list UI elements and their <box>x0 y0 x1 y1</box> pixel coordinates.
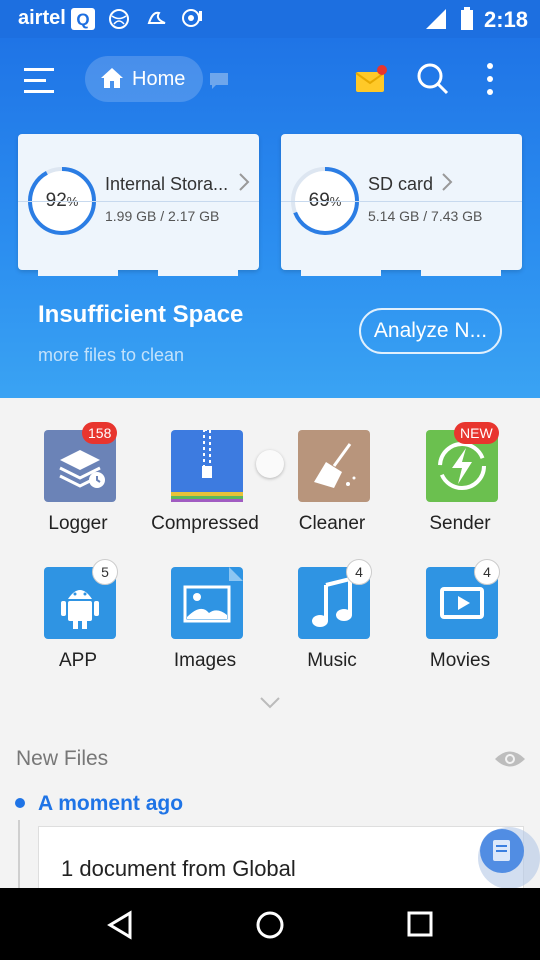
battery-icon <box>460 7 474 36</box>
new-file-card[interactable]: 1 document from Global <box>38 826 524 896</box>
count-badge: 4 <box>346 559 372 585</box>
q-app-icon: Q <box>70 7 96 36</box>
chevron-right-icon <box>441 172 453 197</box>
grid-item-label: Movies <box>429 650 491 671</box>
broom-icon <box>298 430 370 502</box>
grid-item-label: Sender <box>429 513 491 534</box>
recents-button[interactable] <box>407 911 433 942</box>
chevron-right-icon <box>238 172 250 197</box>
search-icon <box>417 63 449 95</box>
grid-item-label: Images <box>173 650 237 671</box>
grid-item-label: Compressed <box>151 513 259 534</box>
system-nav-bar <box>0 888 540 960</box>
storage-name: Internal Stora... <box>105 174 229 194</box>
grid-item-logger[interactable]: 158 Logger <box>14 422 142 550</box>
new-file-text: 1 document from Global <box>61 856 296 881</box>
new-files-title: New Files <box>16 747 109 770</box>
mail-button[interactable] <box>354 64 388 101</box>
analyze-button[interactable]: Analyze N... <box>359 308 502 354</box>
clock: 2:18 <box>483 7 528 32</box>
zip-icon <box>171 429 243 502</box>
recents-square-icon <box>407 911 433 937</box>
count-badge: 4 <box>474 559 500 585</box>
grid-item-sender[interactable]: NEW Sender <box>396 422 524 550</box>
carrier-label: airtel <box>18 7 66 29</box>
grid-item-app[interactable]: 5 APP <box>14 559 142 687</box>
timeline-dot <box>15 798 25 808</box>
count-badge: 5 <box>92 559 118 585</box>
floating-document-button[interactable] <box>478 827 540 889</box>
grid-item-compressed[interactable]: Compressed <box>141 429 269 550</box>
timeline-line <box>18 820 20 890</box>
grid-item-movies[interactable]: 4 Movies <box>396 559 524 687</box>
new-badge: NEW <box>454 422 499 444</box>
mail-icon <box>355 65 387 92</box>
notification-icon <box>180 7 206 36</box>
globe-icon <box>108 7 130 36</box>
eye-icon[interactable] <box>494 748 526 775</box>
storage-name: SD card <box>368 174 434 194</box>
home-icon <box>100 67 124 94</box>
document-icon <box>480 829 524 873</box>
floating-dot[interactable] <box>256 450 284 478</box>
home-circle-icon <box>256 911 284 939</box>
image-icon <box>171 567 243 639</box>
home-label: Home <box>132 68 186 90</box>
grid-item-label: Music <box>307 650 357 671</box>
grid-item-label: APP <box>58 650 98 671</box>
grid-item-music[interactable]: 4 Music <box>268 559 396 687</box>
grid-item-label: Cleaner <box>298 513 366 534</box>
more-options-button[interactable] <box>480 62 500 96</box>
menu-button[interactable] <box>24 66 58 96</box>
time-group-label: A moment ago <box>38 792 184 815</box>
home-nav-button[interactable] <box>255 910 285 945</box>
kebab-icon <box>487 63 493 95</box>
grid-item-label: Logger <box>48 513 108 534</box>
window-tag-icon[interactable] <box>210 73 230 94</box>
status-bar: airtel Q 2:18 <box>0 0 540 38</box>
expand-chevron-icon[interactable] <box>259 696 281 715</box>
hamburger-icon <box>24 68 54 93</box>
svg-text:Q: Q <box>76 10 89 29</box>
app-header: Home 92% Internal Stora... 1.99 GB / 2.1… <box>0 38 540 398</box>
back-button[interactable] <box>106 910 134 945</box>
home-breadcrumb[interactable]: Home <box>85 56 203 102</box>
moon-icon <box>145 7 169 36</box>
grid-item-cleaner[interactable]: Cleaner <box>268 430 396 550</box>
storage-size: 5.14 GB / 7.43 GB <box>368 208 483 224</box>
grid-item-images[interactable]: Images <box>141 567 269 687</box>
internal-storage-card[interactable]: 92% Internal Stora... 1.99 GB / 2.17 GB <box>18 134 259 276</box>
sd-card-card[interactable]: 69% SD card 5.14 GB / 7.43 GB <box>281 134 522 276</box>
insufficient-space-subtitle: more files to clean <box>38 345 185 365</box>
back-triangle-icon <box>107 910 132 940</box>
count-badge: 158 <box>82 422 118 444</box>
signal-icon <box>424 7 448 36</box>
search-button[interactable] <box>416 62 450 101</box>
insufficient-space-title: Insufficient Space <box>38 301 244 328</box>
storage-size: 1.99 GB / 2.17 GB <box>105 208 220 224</box>
